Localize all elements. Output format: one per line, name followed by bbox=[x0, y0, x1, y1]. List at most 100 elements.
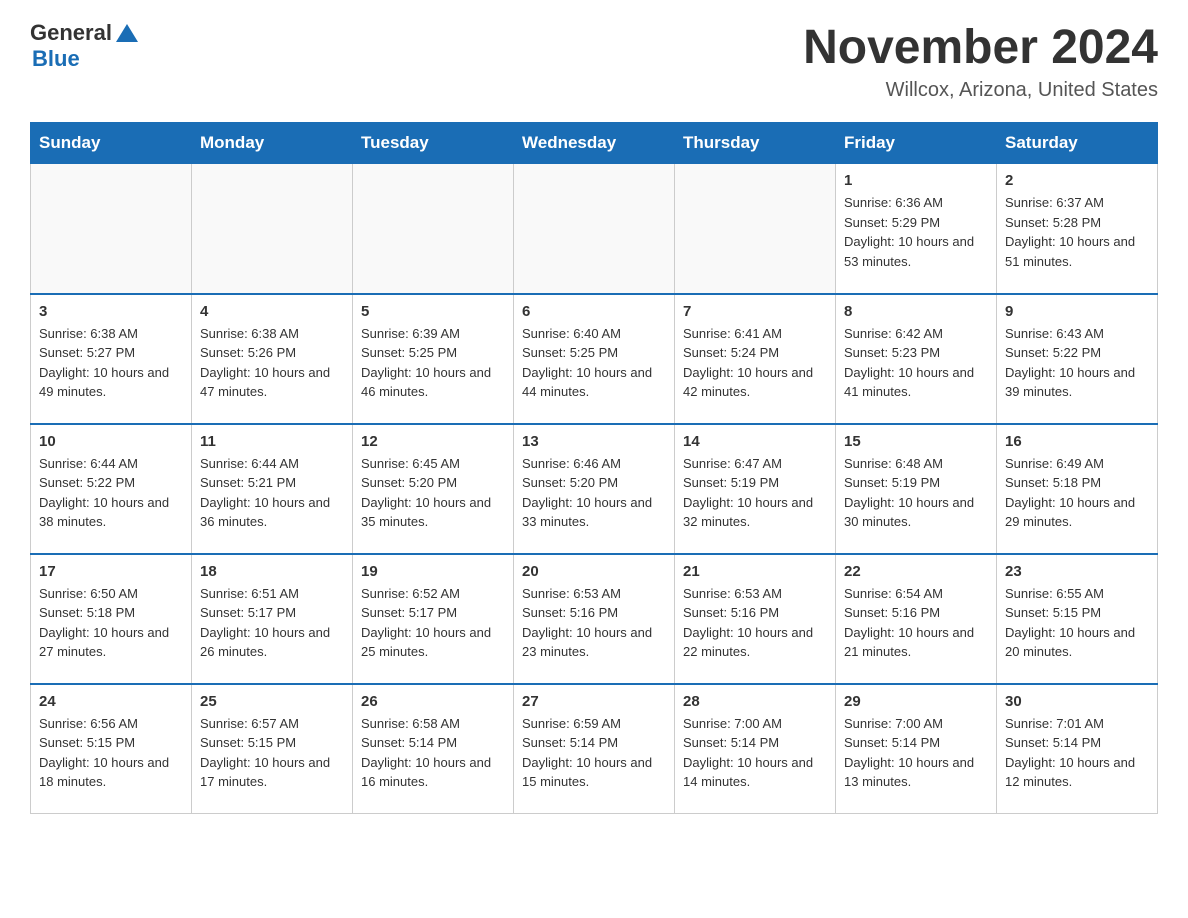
day-info: Sunrise: 6:41 AM Sunset: 5:24 PM Dayligh… bbox=[683, 324, 827, 402]
day-info: Sunrise: 6:45 AM Sunset: 5:20 PM Dayligh… bbox=[361, 454, 505, 532]
table-row: 8 Sunrise: 6:42 AM Sunset: 5:23 PM Daylig… bbox=[836, 294, 997, 424]
day-number: 14 bbox=[683, 433, 827, 450]
page-header: General Blue November 2024 Willcox, Ariz… bbox=[30, 20, 1158, 102]
table-row bbox=[675, 164, 836, 294]
day-info: Sunrise: 6:52 AM Sunset: 5:17 PM Dayligh… bbox=[361, 584, 505, 662]
calendar-week-row: 3 Sunrise: 6:38 AM Sunset: 5:27 PM Daylig… bbox=[31, 294, 1158, 424]
table-row: 28 Sunrise: 7:00 AM Sunset: 5:14 PM Dayli… bbox=[675, 684, 836, 814]
day-info: Sunrise: 6:54 AM Sunset: 5:16 PM Dayligh… bbox=[844, 584, 988, 662]
day-info: Sunrise: 6:53 AM Sunset: 5:16 PM Dayligh… bbox=[522, 584, 666, 662]
day-number: 27 bbox=[522, 693, 666, 710]
col-thursday: Thursday bbox=[675, 123, 836, 164]
day-number: 26 bbox=[361, 693, 505, 710]
table-row: 14 Sunrise: 6:47 AM Sunset: 5:19 PM Dayli… bbox=[675, 424, 836, 554]
day-number: 11 bbox=[200, 433, 344, 450]
day-info: Sunrise: 6:53 AM Sunset: 5:16 PM Dayligh… bbox=[683, 584, 827, 662]
table-row: 15Sunrise: 6:48 AM Sunset: 5:19 PM Dayli… bbox=[836, 424, 997, 554]
table-row bbox=[31, 164, 192, 294]
day-number: 10 bbox=[39, 433, 183, 450]
day-info: Sunrise: 6:58 AM Sunset: 5:14 PM Dayligh… bbox=[361, 714, 505, 792]
col-tuesday: Tuesday bbox=[353, 123, 514, 164]
day-info: Sunrise: 6:36 AM Sunset: 5:29 PM Dayligh… bbox=[844, 193, 988, 271]
day-number: 9 bbox=[1005, 303, 1149, 320]
logo-blue-text: Blue bbox=[32, 46, 80, 72]
table-row: 13 Sunrise: 6:46 AM Sunset: 5:20 PM Dayli… bbox=[514, 424, 675, 554]
table-row: 23Sunrise: 6:55 AM Sunset: 5:15 PM Dayli… bbox=[997, 554, 1158, 684]
day-info: Sunrise: 6:55 AM Sunset: 5:15 PM Dayligh… bbox=[1005, 584, 1149, 662]
day-number: 13 bbox=[522, 433, 666, 450]
table-row bbox=[192, 164, 353, 294]
table-row: 5 Sunrise: 6:39 AM Sunset: 5:25 PM Daylig… bbox=[353, 294, 514, 424]
logo-general-text: General bbox=[30, 20, 112, 46]
day-info: Sunrise: 6:42 AM Sunset: 5:23 PM Dayligh… bbox=[844, 324, 988, 402]
day-number: 29 bbox=[844, 693, 988, 710]
day-info: Sunrise: 6:48 AM Sunset: 5:19 PM Dayligh… bbox=[844, 454, 988, 532]
day-number: 5 bbox=[361, 303, 505, 320]
table-row: 30Sunrise: 7:01 AM Sunset: 5:14 PM Dayli… bbox=[997, 684, 1158, 814]
col-friday: Friday bbox=[836, 123, 997, 164]
table-row: 29 Sunrise: 7:00 AM Sunset: 5:14 PM Dayli… bbox=[836, 684, 997, 814]
day-info: Sunrise: 6:40 AM Sunset: 5:25 PM Dayligh… bbox=[522, 324, 666, 402]
table-row bbox=[353, 164, 514, 294]
table-row: 18 Sunrise: 6:51 AM Sunset: 5:17 PM Dayli… bbox=[192, 554, 353, 684]
day-number: 18 bbox=[200, 563, 344, 580]
day-info: Sunrise: 7:00 AM Sunset: 5:14 PM Dayligh… bbox=[683, 714, 827, 792]
day-info: Sunrise: 6:56 AM Sunset: 5:15 PM Dayligh… bbox=[39, 714, 183, 792]
table-row: 16Sunrise: 6:49 AM Sunset: 5:18 PM Dayli… bbox=[997, 424, 1158, 554]
table-row: 21 Sunrise: 6:53 AM Sunset: 5:16 PM Dayli… bbox=[675, 554, 836, 684]
day-number: 2 bbox=[1005, 172, 1149, 189]
day-info: Sunrise: 6:59 AM Sunset: 5:14 PM Dayligh… bbox=[522, 714, 666, 792]
day-info: Sunrise: 6:39 AM Sunset: 5:25 PM Dayligh… bbox=[361, 324, 505, 402]
day-number: 7 bbox=[683, 303, 827, 320]
day-number: 19 bbox=[361, 563, 505, 580]
calendar-week-row: 24 Sunrise: 6:56 AM Sunset: 5:15 PM Dayli… bbox=[31, 684, 1158, 814]
table-row: 2 Sunrise: 6:37 AM Sunset: 5:28 PM Daylig… bbox=[997, 164, 1158, 294]
table-row: 10 Sunrise: 6:44 AM Sunset: 5:22 PM Dayli… bbox=[31, 424, 192, 554]
calendar-header-row: Sunday Monday Tuesday Wednesday Thursday… bbox=[31, 123, 1158, 164]
day-number: 21 bbox=[683, 563, 827, 580]
day-info: Sunrise: 6:44 AM Sunset: 5:22 PM Dayligh… bbox=[39, 454, 183, 532]
table-row: 7 Sunrise: 6:41 AM Sunset: 5:24 PM Daylig… bbox=[675, 294, 836, 424]
day-number: 25 bbox=[200, 693, 344, 710]
calendar-title: November 2024 bbox=[803, 20, 1158, 75]
table-row: 25Sunrise: 6:57 AM Sunset: 5:15 PM Dayli… bbox=[192, 684, 353, 814]
table-row bbox=[514, 164, 675, 294]
logo-triangle-icon bbox=[116, 24, 138, 42]
day-number: 3 bbox=[39, 303, 183, 320]
table-row: 9 Sunrise: 6:43 AM Sunset: 5:22 PM Daylig… bbox=[997, 294, 1158, 424]
day-number: 4 bbox=[200, 303, 344, 320]
logo: General Blue bbox=[30, 20, 138, 72]
day-info: Sunrise: 6:38 AM Sunset: 5:27 PM Dayligh… bbox=[39, 324, 183, 402]
table-row: 4Sunrise: 6:38 AM Sunset: 5:26 PM Daylig… bbox=[192, 294, 353, 424]
day-info: Sunrise: 6:37 AM Sunset: 5:28 PM Dayligh… bbox=[1005, 193, 1149, 271]
day-number: 22 bbox=[844, 563, 988, 580]
calendar-week-row: 10 Sunrise: 6:44 AM Sunset: 5:22 PM Dayli… bbox=[31, 424, 1158, 554]
day-number: 17 bbox=[39, 563, 183, 580]
col-monday: Monday bbox=[192, 123, 353, 164]
table-row: 26 Sunrise: 6:58 AM Sunset: 5:14 PM Dayli… bbox=[353, 684, 514, 814]
col-wednesday: Wednesday bbox=[514, 123, 675, 164]
calendar-table: Sunday Monday Tuesday Wednesday Thursday… bbox=[30, 122, 1158, 814]
table-row: 3 Sunrise: 6:38 AM Sunset: 5:27 PM Daylig… bbox=[31, 294, 192, 424]
day-info: Sunrise: 7:00 AM Sunset: 5:14 PM Dayligh… bbox=[844, 714, 988, 792]
day-info: Sunrise: 6:46 AM Sunset: 5:20 PM Dayligh… bbox=[522, 454, 666, 532]
table-row: 19 Sunrise: 6:52 AM Sunset: 5:17 PM Dayli… bbox=[353, 554, 514, 684]
day-info: Sunrise: 6:43 AM Sunset: 5:22 PM Dayligh… bbox=[1005, 324, 1149, 402]
day-info: Sunrise: 6:51 AM Sunset: 5:17 PM Dayligh… bbox=[200, 584, 344, 662]
table-row: 12Sunrise: 6:45 AM Sunset: 5:20 PM Dayli… bbox=[353, 424, 514, 554]
table-row: 6Sunrise: 6:40 AM Sunset: 5:25 PM Daylig… bbox=[514, 294, 675, 424]
calendar-subtitle: Willcox, Arizona, United States bbox=[803, 79, 1158, 102]
table-row: 1Sunrise: 6:36 AM Sunset: 5:29 PM Daylig… bbox=[836, 164, 997, 294]
day-info: Sunrise: 6:49 AM Sunset: 5:18 PM Dayligh… bbox=[1005, 454, 1149, 532]
day-info: Sunrise: 6:47 AM Sunset: 5:19 PM Dayligh… bbox=[683, 454, 827, 532]
day-number: 24 bbox=[39, 693, 183, 710]
table-row: 22 Sunrise: 6:54 AM Sunset: 5:16 PM Dayli… bbox=[836, 554, 997, 684]
table-row: 27 Sunrise: 6:59 AM Sunset: 5:14 PM Dayli… bbox=[514, 684, 675, 814]
calendar-week-row: 1Sunrise: 6:36 AM Sunset: 5:29 PM Daylig… bbox=[31, 164, 1158, 294]
day-number: 8 bbox=[844, 303, 988, 320]
table-row: 20Sunrise: 6:53 AM Sunset: 5:16 PM Dayli… bbox=[514, 554, 675, 684]
title-area: November 2024 Willcox, Arizona, United S… bbox=[803, 20, 1158, 102]
day-number: 28 bbox=[683, 693, 827, 710]
table-row: 11Sunrise: 6:44 AM Sunset: 5:21 PM Dayli… bbox=[192, 424, 353, 554]
table-row: 17Sunrise: 6:50 AM Sunset: 5:18 PM Dayli… bbox=[31, 554, 192, 684]
